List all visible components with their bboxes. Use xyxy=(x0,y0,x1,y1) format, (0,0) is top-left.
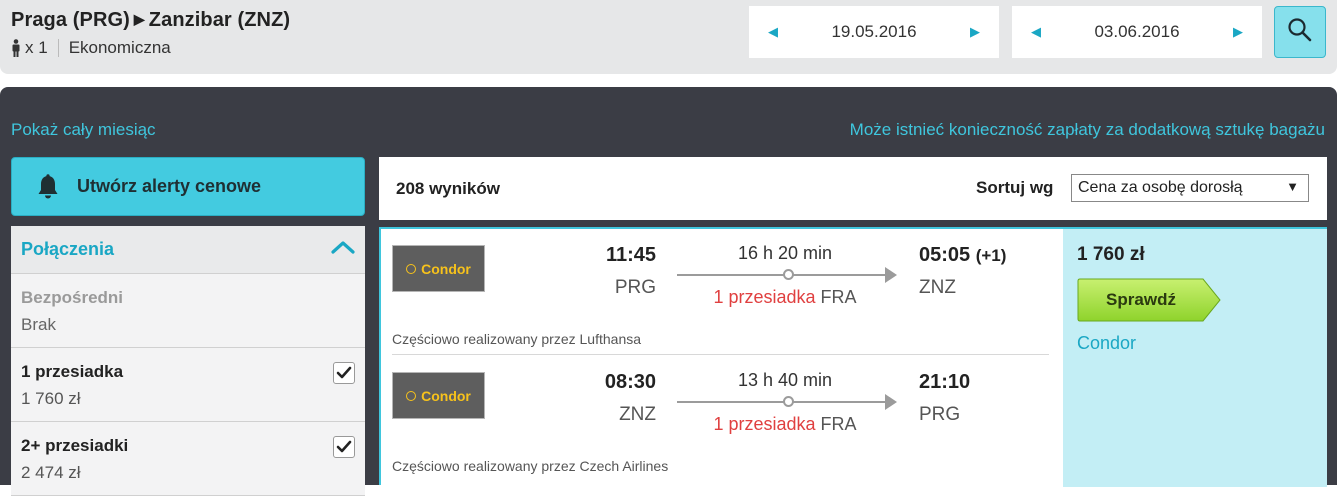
sort-label: Sortuj wg xyxy=(976,178,1054,197)
sort-select[interactable]: Cena za osobę dorosłą ▼ xyxy=(1071,174,1309,202)
arrival-time: 21:10 xyxy=(919,371,971,393)
checkmark-icon xyxy=(336,440,352,453)
filter-name: 1 przesiadka xyxy=(21,362,124,381)
stops-info: 1 przesiadka FRA xyxy=(677,287,893,308)
chevron-up-icon xyxy=(331,240,355,259)
return-date[interactable]: 03.06.2016 xyxy=(1060,22,1214,42)
departure-airport: ZNZ xyxy=(619,404,656,425)
stops-count: 1 przesiadka xyxy=(713,414,816,434)
stop-airport: FRA xyxy=(820,287,857,307)
dropdown-arrow-icon: ▼ xyxy=(1286,179,1299,194)
arrival-time-wrap: 05:05 (+1) xyxy=(919,244,1006,267)
results-header: 208 wyników Sortuj wg Cena za osobę doro… xyxy=(379,157,1327,220)
offer-legs: Condor 11:45 PRG 16 h 20 min 1 przesiadk… xyxy=(381,229,1061,487)
flight-duration: 13 h 40 min xyxy=(737,370,833,390)
person-icon xyxy=(11,39,21,57)
connections-filter-header[interactable]: Połączenia xyxy=(11,226,365,274)
passenger-count: x 1 xyxy=(25,38,48,57)
route-arrow-icon: ▶ xyxy=(133,11,145,27)
connections-filter: Połączenia Bezpośredni Brak 1 przesiadka… xyxy=(11,226,365,496)
baggage-note-link[interactable]: Może istnieć konieczność zapłaty za doda… xyxy=(850,120,1325,140)
one-stop-checkbox[interactable] xyxy=(333,362,355,384)
outbound-date-picker: ◀ 19.05.2016 ▶ xyxy=(749,6,999,58)
airline-logo: Condor xyxy=(392,245,485,292)
leg-divider xyxy=(392,354,1049,355)
sort-select-value: Cena za osobę dorosłą xyxy=(1078,179,1243,196)
stop-airport: FRA xyxy=(820,414,857,434)
checkmark-icon xyxy=(336,366,352,379)
condor-ring-icon xyxy=(406,390,417,401)
flight-leg-return: Condor 08:30 ZNZ 13 h 40 min 1 przesiadk… xyxy=(381,356,1061,483)
results-count: 208 wyników xyxy=(396,178,500,198)
operated-by: Częściowo realizowany przez Lufthansa xyxy=(392,331,642,347)
triangle-right-icon: ▶ xyxy=(970,24,980,39)
arrow-head-icon xyxy=(885,394,897,410)
route-line xyxy=(677,394,897,410)
airline-logo: Condor xyxy=(392,372,485,419)
flight-duration: 16 h 20 min xyxy=(737,243,833,263)
outbound-next-day-button[interactable]: ▶ xyxy=(951,6,999,58)
filter-name: 2+ przesiadki xyxy=(21,436,129,455)
arrival-time: 05:05 xyxy=(919,244,971,266)
condor-ring-icon xyxy=(406,263,417,274)
search-icon xyxy=(1287,17,1313,48)
connections-filter-title: Połączenia xyxy=(21,239,115,259)
flight-offer-card[interactable]: Condor 11:45 PRG 16 h 20 min 1 przesiadk… xyxy=(379,227,1327,487)
arrow-head-icon xyxy=(885,267,897,283)
check-offer-label: Sprawdź xyxy=(1106,290,1176,309)
show-whole-month-link[interactable]: Pokaż cały miesiąc xyxy=(11,120,156,140)
arrival-airport: PRG xyxy=(919,404,961,425)
create-price-alerts-button[interactable]: Utwórz alerty cenowe xyxy=(11,157,365,216)
cabin-class: Ekonomiczna xyxy=(68,38,171,57)
filter-value: 2 474 zł xyxy=(21,463,81,482)
departure-time: 11:45 xyxy=(605,244,656,266)
triangle-left-icon: ◀ xyxy=(768,24,778,39)
stop-dot-icon xyxy=(783,396,794,407)
route-title: Praga (PRG) ▶ Zanzibar (ZNZ) xyxy=(11,9,290,32)
outbound-prev-day-button[interactable]: ◀ xyxy=(749,6,797,58)
arrival-airport: ZNZ xyxy=(919,277,956,298)
offer-price-column: 1 760 zł Sprawdź Condor xyxy=(1063,229,1327,487)
operated-by: Częściowo realizowany przez Czech Airlin… xyxy=(392,458,669,474)
stop-dot-icon xyxy=(783,269,794,280)
triangle-left-icon: ◀ xyxy=(1031,24,1041,39)
stops-count: 1 przesiadka xyxy=(713,287,816,307)
provider-link[interactable]: Condor xyxy=(1077,333,1136,354)
search-button[interactable] xyxy=(1274,6,1326,58)
filter-value: Brak xyxy=(21,315,56,334)
arrival-time-wrap: 21:10 xyxy=(919,371,970,394)
filter-value: 1 760 zł xyxy=(21,389,81,408)
return-prev-day-button[interactable]: ◀ xyxy=(1012,6,1060,58)
filter-name: Bezpośredni xyxy=(21,288,124,307)
return-date-picker: ◀ 03.06.2016 ▶ xyxy=(1012,6,1262,58)
stops-info: 1 przesiadka FRA xyxy=(677,414,893,435)
triangle-right-icon: ▶ xyxy=(1233,24,1243,39)
destination-label: Zanzibar (ZNZ) xyxy=(148,9,291,31)
bell-icon xyxy=(37,173,59,200)
create-price-alerts-label: Utwórz alerty cenowe xyxy=(77,176,262,196)
filter-row-one-stop[interactable]: 1 przesiadka 1 760 zł xyxy=(11,348,365,422)
departure-time: 08:30 xyxy=(604,371,656,393)
origin-label: Praga (PRG) xyxy=(11,9,130,31)
offer-price: 1 760 zł xyxy=(1077,244,1145,265)
outbound-date[interactable]: 19.05.2016 xyxy=(797,22,951,42)
departure-airport: PRG xyxy=(614,277,656,298)
filter-row-direct: Bezpośredni Brak xyxy=(11,274,365,348)
flight-leg-outbound: Condor 11:45 PRG 16 h 20 min 1 przesiadk… xyxy=(381,229,1061,356)
arrival-day-offset: (+1) xyxy=(975,246,1007,265)
divider xyxy=(57,39,59,57)
results-list: 208 wyników Sortuj wg Cena za osobę doro… xyxy=(379,157,1327,487)
route-line xyxy=(677,267,897,283)
check-offer-button[interactable]: Sprawdź xyxy=(1077,278,1221,322)
two-plus-stops-checkbox[interactable] xyxy=(333,436,355,458)
search-summary-bar: Praga (PRG) ▶ Zanzibar (ZNZ) x 1 Ekonomicz… xyxy=(0,0,1337,74)
return-next-day-button[interactable]: ▶ xyxy=(1214,6,1262,58)
passenger-info: x 1 Ekonomiczna xyxy=(11,38,171,58)
